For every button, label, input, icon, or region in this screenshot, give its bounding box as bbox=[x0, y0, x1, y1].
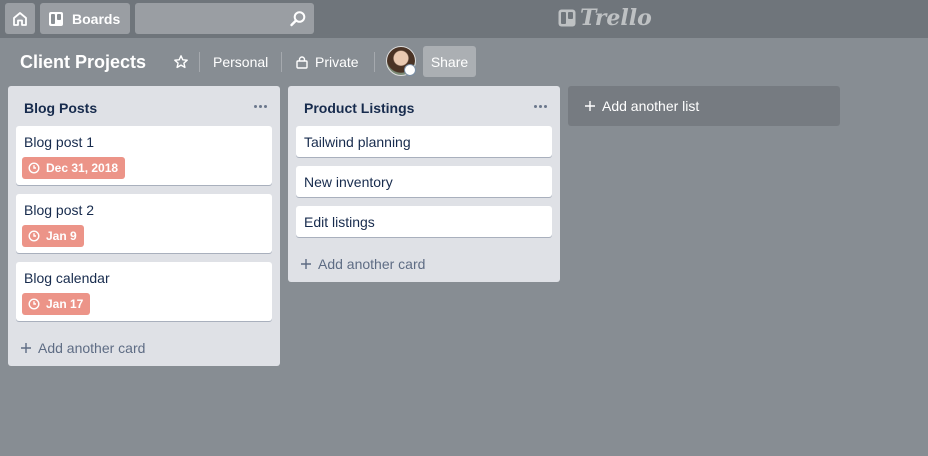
card[interactable]: Tailwind planning bbox=[296, 126, 552, 157]
visibility-button[interactable]: Private bbox=[295, 54, 359, 70]
add-list-label: Add another list bbox=[602, 98, 700, 114]
card-title: Tailwind planning bbox=[304, 134, 411, 150]
star-icon[interactable] bbox=[173, 54, 189, 70]
header-divider bbox=[374, 52, 375, 72]
due-date-text: Jan 9 bbox=[46, 229, 77, 243]
list-title[interactable]: Product Listings bbox=[304, 100, 414, 116]
clock-icon bbox=[28, 162, 40, 174]
header-divider bbox=[199, 52, 200, 72]
list-menu-button[interactable] bbox=[530, 96, 550, 116]
boards-label: Boards bbox=[72, 10, 121, 27]
header-divider bbox=[281, 52, 282, 72]
lock-icon bbox=[296, 56, 308, 69]
card-title: Blog post 1 bbox=[24, 134, 95, 150]
board-title[interactable]: Client Projects bbox=[20, 52, 146, 73]
home-button[interactable] bbox=[5, 3, 35, 34]
due-date-badge[interactable]: Dec 31, 2018 bbox=[22, 157, 126, 179]
boards-icon bbox=[49, 11, 63, 26]
card[interactable]: Blog calendar Jan 17 bbox=[16, 262, 272, 321]
clock-icon bbox=[28, 298, 40, 310]
list-menu-button[interactable] bbox=[250, 96, 270, 116]
trello-logo[interactable]: Trello bbox=[558, 5, 652, 31]
card-title: Blog post 2 bbox=[24, 202, 95, 218]
card[interactable]: New inventory bbox=[296, 166, 552, 197]
plus-icon bbox=[585, 101, 595, 111]
card-title: Edit listings bbox=[304, 214, 375, 230]
share-button[interactable]: Share bbox=[423, 46, 476, 77]
share-label: Share bbox=[430, 53, 469, 70]
admin-badge-icon bbox=[404, 64, 416, 76]
card[interactable]: Blog post 1 Dec 31, 2018 bbox=[16, 126, 272, 185]
more-icon bbox=[533, 104, 537, 108]
card-title: New inventory bbox=[304, 174, 393, 190]
card[interactable]: Blog post 2 Jan 9 bbox=[16, 194, 272, 253]
due-date-text: Jan 17 bbox=[46, 297, 84, 311]
due-date-text: Dec 31, 2018 bbox=[46, 161, 119, 175]
search-input[interactable] bbox=[135, 3, 314, 34]
plus-icon bbox=[21, 343, 31, 353]
logo-text: Trello bbox=[580, 5, 652, 31]
trello-logo-icon bbox=[558, 9, 576, 27]
add-card-button[interactable]: Add another card bbox=[300, 256, 425, 272]
team-label: Personal bbox=[213, 54, 269, 70]
add-card-label: Add another card bbox=[38, 340, 146, 356]
add-card-button[interactable]: Add another card bbox=[20, 340, 145, 356]
team-button[interactable]: Personal bbox=[213, 54, 268, 70]
due-date-badge[interactable]: Jan 9 bbox=[22, 225, 84, 247]
list-product-listings[interactable]: Product Listings Tailwind planning New i… bbox=[288, 86, 560, 282]
due-date-badge[interactable]: Jan 17 bbox=[22, 293, 91, 315]
card-title: Blog calendar bbox=[24, 270, 110, 286]
list-title[interactable]: Blog Posts bbox=[24, 100, 97, 116]
add-card-label: Add another card bbox=[318, 256, 426, 272]
clock-icon bbox=[28, 230, 40, 242]
plus-icon bbox=[301, 259, 311, 269]
more-icon bbox=[253, 104, 257, 108]
home-icon bbox=[13, 11, 27, 26]
add-list-button[interactable]: Add another list bbox=[568, 86, 840, 126]
search-icon[interactable] bbox=[289, 10, 307, 28]
boards-button[interactable]: Boards bbox=[40, 3, 130, 34]
card[interactable]: Edit listings bbox=[296, 206, 552, 237]
list-blog-posts[interactable]: Blog Posts Blog post 1 Dec 31, 2018 Blog… bbox=[8, 86, 280, 366]
visibility-label: Private bbox=[315, 54, 359, 70]
